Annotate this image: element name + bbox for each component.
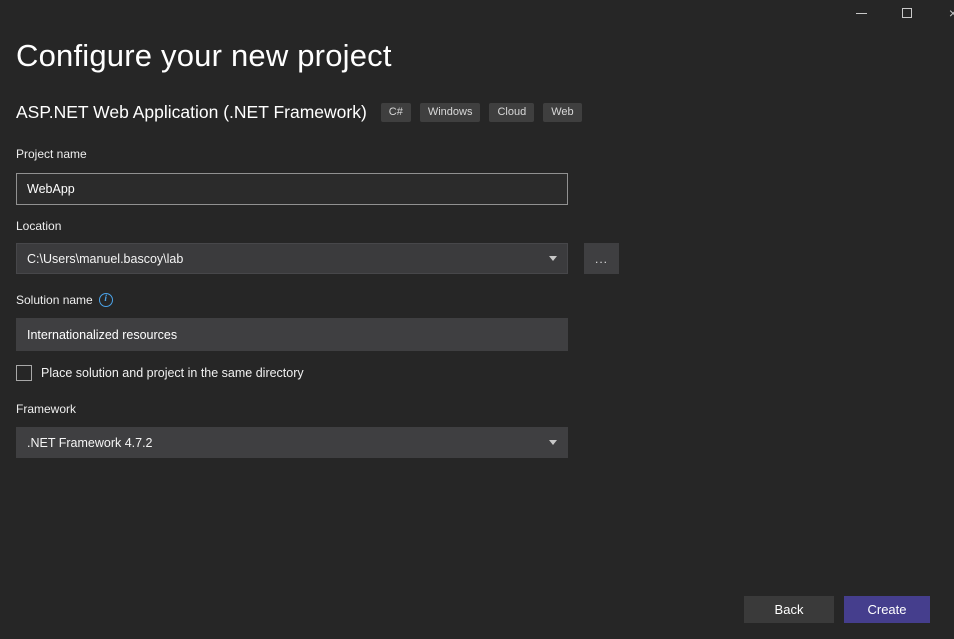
template-summary: ASP.NET Web Application (.NET Framework)… <box>16 102 582 123</box>
maximize-icon <box>902 8 912 18</box>
location-label: Location <box>16 219 61 233</box>
template-name: ASP.NET Web Application (.NET Framework) <box>16 102 367 123</box>
chevron-down-icon <box>549 256 557 261</box>
browse-button[interactable]: ... <box>584 243 619 274</box>
location-combobox[interactable]: C:\Users\manuel.bascoy\lab <box>16 243 568 274</box>
same-directory-row: Place solution and project in the same d… <box>16 365 304 381</box>
titlebar: × <box>0 0 954 30</box>
minimize-icon <box>856 13 867 14</box>
close-button[interactable]: × <box>936 0 954 26</box>
tag-platform: Windows <box>420 103 481 122</box>
solution-name-label-text: Solution name <box>16 293 93 307</box>
back-button[interactable]: Back <box>744 596 834 623</box>
close-icon: × <box>949 6 954 20</box>
same-directory-label[interactable]: Place solution and project in the same d… <box>41 366 304 380</box>
tag-web: Web <box>543 103 581 122</box>
solution-name-label: Solution name i <box>16 293 113 307</box>
project-name-input[interactable] <box>16 173 568 205</box>
info-icon[interactable]: i <box>99 293 113 307</box>
tag-cloud: Cloud <box>489 103 534 122</box>
framework-combobox[interactable]: .NET Framework 4.7.2 <box>16 427 568 458</box>
framework-value: .NET Framework 4.7.2 <box>27 436 541 450</box>
create-button[interactable]: Create <box>844 596 930 623</box>
chevron-down-icon <box>549 440 557 445</box>
maximize-button[interactable] <box>890 0 924 26</box>
tag-language: C# <box>381 103 411 122</box>
minimize-button[interactable] <box>844 0 878 26</box>
same-directory-checkbox[interactable] <box>16 365 32 381</box>
project-name-label: Project name <box>16 147 87 161</box>
framework-label: Framework <box>16 402 76 416</box>
page-title: Configure your new project <box>16 38 392 74</box>
solution-name-input[interactable] <box>16 318 568 351</box>
location-value: C:\Users\manuel.bascoy\lab <box>27 252 541 266</box>
